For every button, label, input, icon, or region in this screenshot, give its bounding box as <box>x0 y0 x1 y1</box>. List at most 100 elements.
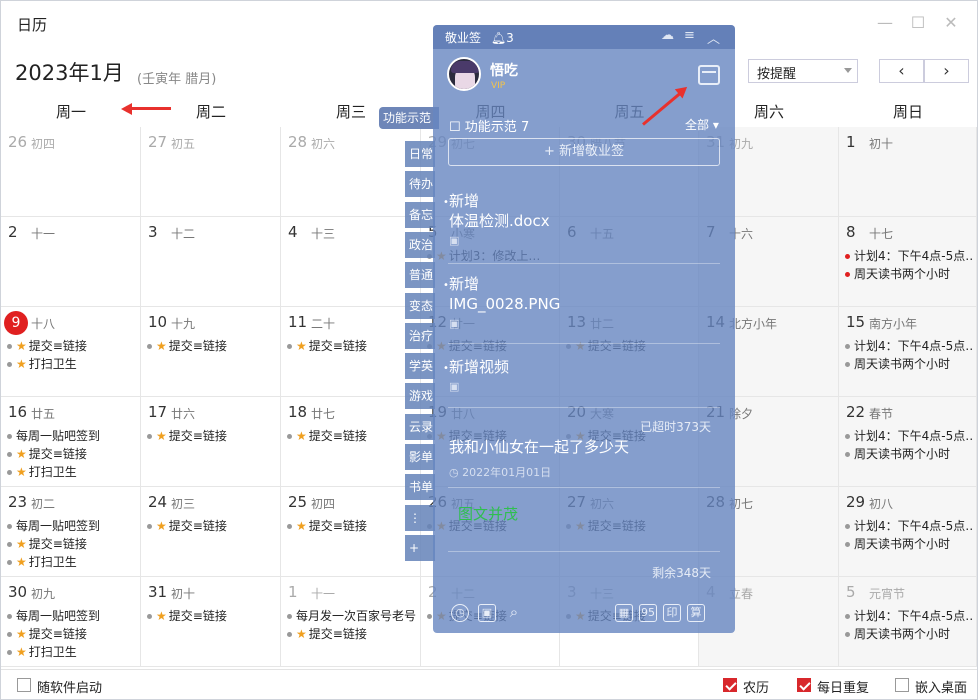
prev-month-button[interactable]: ‹ <box>879 59 924 83</box>
calc-button[interactable]: 算 <box>687 604 705 622</box>
menu-icon[interactable]: ≡ <box>684 28 695 43</box>
event-item[interactable]: ★ 打扫卫生 <box>7 643 138 661</box>
lunar-day: 初八 <box>869 497 894 511</box>
notebook-tab[interactable]: 普通 <box>405 262 435 289</box>
notebook-tab[interactable]: 变态 <box>405 292 435 319</box>
print-button[interactable]: 印 <box>663 604 681 622</box>
note-item[interactable]: • 新增 体温检测.docx ▣ <box>443 191 719 251</box>
event-item[interactable]: ★提交≡链接 <box>287 625 418 643</box>
event-item[interactable]: 每月发一次百家号老号 <box>287 607 418 625</box>
event-item[interactable]: ★提交≡链接 <box>147 517 278 535</box>
cloud-icon[interactable]: ☁ <box>661 28 674 43</box>
event-item[interactable]: ★提交≡链接 <box>147 337 278 355</box>
event-item[interactable]: 周天读书两个小时 <box>845 355 974 373</box>
event-item[interactable]: 每周一贴吧签到 <box>7 427 138 445</box>
add-note-button[interactable]: + 新增敬业签 <box>448 138 720 166</box>
event-item[interactable]: ★ 打扫卫生 <box>7 355 138 373</box>
day-cell[interactable]: 29 初八 计划4：下午4点-5点… 周天读书两个小时 <box>839 487 977 577</box>
event-item[interactable]: ★提交≡链接 <box>147 607 278 625</box>
star-icon: ★ <box>156 339 167 353</box>
notebook-tab[interactable]: 云录 <box>405 413 435 440</box>
day-cell[interactable]: 16 廿五 每周一贴吧签到 ★ 提交≡链接 ★ 打扫卫生 <box>1 397 141 487</box>
notebook-tab[interactable]: 治疗 <box>405 322 435 349</box>
close-icon[interactable]: ✕ <box>939 11 963 35</box>
event-item[interactable]: 周天读书两个小时 <box>845 265 974 283</box>
green-note[interactable]: 图文并茂 <box>458 503 518 524</box>
day-cell[interactable]: 17 廿六 ★ 提交≡链接 <box>141 397 281 487</box>
day-cell[interactable]: 9 十八 ★ 提交≡链接 ★ 打扫卫生 <box>1 307 141 397</box>
event-item[interactable]: 周天读书两个小时 <box>845 625 974 643</box>
lunar-day: 初四 <box>31 137 56 151</box>
day-cell[interactable]: 1 初十 <box>839 127 977 217</box>
day-cell[interactable]: 24 初三 ★ 提交≡链接 <box>141 487 281 577</box>
filter-count: 7 <box>520 120 530 135</box>
lunar-checkbox[interactable] <box>723 678 737 692</box>
day-cell[interactable]: 23 初二 每周一贴吧签到 ★ 提交≡链接 ★ 打扫卫生 <box>1 487 141 577</box>
day-cell[interactable]: 3 十二 <box>141 217 281 307</box>
lunar-day: 二十 <box>311 317 336 331</box>
event-item[interactable]: ★提交≡链接 <box>7 337 138 355</box>
notebook-tab[interactable]: 备忘 <box>405 201 435 228</box>
day-cell[interactable]: 8 十七 计划4：下午4点-5点… 周天读书两个小时 <box>839 217 977 307</box>
day-cell[interactable]: 2 十一 <box>1 217 141 307</box>
event-item[interactable]: 计划4：下午4点-5点… <box>845 427 974 445</box>
event-item[interactable]: ★ 打扫卫生 <box>7 553 138 571</box>
day-cell[interactable]: 5 元宵节 计划4：下午4点-5点… 周天读书两个小时 <box>839 577 977 667</box>
embed-desktop-checkbox[interactable] <box>895 678 909 692</box>
avatar[interactable] <box>447 57 481 91</box>
notebook-tab[interactable]: + <box>405 534 435 561</box>
note-item[interactable]: • 新增视频 ▣ <box>443 357 719 397</box>
event-item[interactable]: 每周一贴吧签到 <box>7 517 138 535</box>
day-cell[interactable]: 10 十九 ★ 提交≡链接 <box>141 307 281 397</box>
clock-icon[interactable]: ◷ <box>451 604 469 622</box>
day-cell[interactable]: 26 初四 <box>1 127 141 217</box>
image-icon[interactable]: ▣ <box>478 604 496 622</box>
tab-功能示范[interactable]: 功能示范 <box>379 107 439 129</box>
lunar-day: 春节 <box>869 407 894 421</box>
note-item[interactable]: • 新增 IMG_0028.PNG ▣ <box>443 274 719 334</box>
event-item[interactable]: ★提交≡链接 <box>7 445 138 463</box>
daily-repeat-checkbox[interactable] <box>797 678 811 692</box>
event-item[interactable]: 周天读书两个小时 <box>845 445 974 463</box>
event-item[interactable]: 计划4：下午4点-5点… <box>845 247 974 265</box>
notebook-tab[interactable]: 待办 <box>405 171 435 198</box>
day-cell[interactable]: 30 初九 每周一贴吧签到 ★ 提交≡链接 ★ 打扫卫生 <box>1 577 141 667</box>
notebook-tab[interactable]: 日常 <box>405 141 435 167</box>
event-item[interactable]: ★提交≡链接 <box>147 427 278 445</box>
maximize-icon[interactable]: ☐ <box>906 11 930 35</box>
notebook-tab[interactable]: 书单 <box>405 474 435 501</box>
event-item[interactable]: 计划4：下午4点-5点… <box>845 607 974 625</box>
day-cell[interactable]: 31 初十 ★ 提交≡链接 <box>141 577 281 667</box>
notebook-tab[interactable]: 政治 <box>405 231 435 258</box>
tool-95-button[interactable]: 95 <box>639 604 657 622</box>
day-cell[interactable]: 22 春节 计划4：下午4点-5点… 周天读书两个小时 <box>839 397 977 487</box>
event-item[interactable]: ★提交≡链接 <box>7 535 138 553</box>
event-item[interactable]: ★ 打扫卫生 <box>7 463 138 481</box>
day-cell[interactable]: 15 南方小年 计划4：下午4点-5点… 周天读书两个小时 <box>839 307 977 397</box>
event-item[interactable]: 每周一贴吧签到 <box>7 607 138 625</box>
notebook-tab[interactable]: ⋮ <box>405 504 435 531</box>
day-cell[interactable]: 1 十一 每月发一次百家号老号 ★ 提交≡链接 <box>281 577 421 667</box>
day-cell[interactable]: 27 初五 <box>141 127 281 217</box>
minimize-icon[interactable]: — <box>873 11 897 35</box>
notebook-tab[interactable]: 影单 <box>405 444 435 470</box>
bullet-icon <box>845 452 850 457</box>
checkbox-icon[interactable]: ☐ <box>449 120 461 135</box>
notebook-tab[interactable]: 游戏 <box>405 383 435 410</box>
event-item[interactable]: ★提交≡链接 <box>7 625 138 643</box>
all-dropdown[interactable]: 全部 ▾ <box>685 116 719 133</box>
collapse-icon[interactable]: ︿ <box>707 28 720 47</box>
bell-icon[interactable]: 🔔︎ <box>491 31 506 45</box>
timer-note[interactable]: 我和小仙女在一起了多少天 ◷ 2022年01月01日 <box>449 437 719 483</box>
today-badge: 9 <box>4 311 28 335</box>
notebook-tab[interactable]: 学英 <box>405 353 435 380</box>
event-item[interactable]: 计划4：下午4点-5点… <box>845 337 974 355</box>
search-icon[interactable]: ⌕ <box>505 604 523 622</box>
event-item[interactable]: 计划4：下午4点-5点… <box>845 517 974 535</box>
event-item[interactable]: 周天读书两个小时 <box>845 535 974 553</box>
remind-select[interactable]: 按提醒 <box>748 59 858 83</box>
calendar-icon[interactable] <box>698 65 720 85</box>
next-month-button[interactable]: › <box>924 59 969 83</box>
grid-icon[interactable]: ▦ <box>615 604 633 622</box>
autostart-checkbox[interactable] <box>17 678 31 692</box>
